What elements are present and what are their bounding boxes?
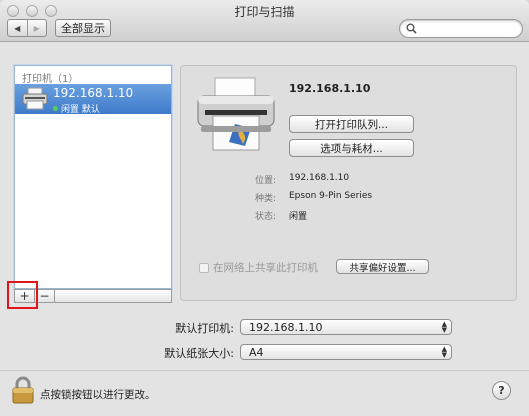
default-printer-value: 192.168.1.10 bbox=[249, 320, 323, 334]
question-mark-icon: ? bbox=[498, 384, 505, 397]
default-paper-select[interactable]: A4 ▲ ▼ bbox=[240, 344, 452, 360]
printer-item-status-text: 闲置 默认 bbox=[61, 105, 100, 115]
print-scan-window: 打印与扫描 ◀ ▶ 全部显示 打印机（1） 192.168.1.10 闲置 默认… bbox=[0, 0, 529, 416]
printer-list-item[interactable]: 192.168.1.10 闲置 默认 bbox=[15, 84, 171, 115]
back-button[interactable]: ◀ bbox=[8, 20, 28, 36]
help-button[interactable]: ? bbox=[492, 381, 511, 400]
select-arrows-icon: ▲ ▼ bbox=[441, 320, 447, 334]
share-printer-option[interactable]: 在网络上共享此打印机 bbox=[199, 260, 318, 275]
options-supplies-button[interactable]: 选项与耗材... bbox=[289, 139, 414, 157]
default-printer-label: 默认打印机: bbox=[175, 322, 234, 335]
location-value: 192.168.1.10 bbox=[289, 173, 350, 183]
remove-printer-button[interactable]: − bbox=[35, 289, 55, 303]
back-arrow-icon: ◀ bbox=[14, 23, 21, 33]
sharing-preferences-button[interactable]: 共享偏好设置... bbox=[336, 259, 429, 274]
printer-item-status: 闲置 默认 bbox=[53, 102, 100, 115]
large-printer-icon bbox=[197, 77, 275, 151]
search-field[interactable] bbox=[399, 19, 523, 38]
default-paper-label: 默认纸张大小: bbox=[164, 347, 234, 360]
show-all-button[interactable]: 全部显示 bbox=[55, 19, 111, 37]
minus-icon: − bbox=[39, 289, 50, 303]
magnifier-icon bbox=[406, 23, 417, 34]
printer-detail-panel: 192.168.1.10 打开打印队列... 选项与耗材... 位置: 192.… bbox=[180, 65, 517, 301]
status-label: 状态: bbox=[255, 212, 277, 222]
printer-list-header: 打印机（1） bbox=[22, 74, 79, 85]
lock-icon[interactable] bbox=[12, 376, 34, 404]
share-printer-checkbox[interactable] bbox=[199, 262, 209, 273]
printer-item-name: 192.168.1.10 bbox=[53, 86, 134, 100]
search-input[interactable] bbox=[420, 21, 518, 36]
printer-name-heading: 192.168.1.10 bbox=[289, 82, 371, 95]
default-paper-value: A4 bbox=[249, 345, 264, 359]
printer-icon bbox=[22, 87, 48, 110]
lock-message: 点按锁按钮以进行更改。 bbox=[40, 389, 156, 401]
titlebar: 打印与扫描 ◀ ▶ 全部显示 bbox=[0, 0, 529, 42]
default-printer-select[interactable]: 192.168.1.10 ▲ ▼ bbox=[240, 319, 452, 335]
nav-group: ◀ ▶ bbox=[7, 19, 47, 37]
kind-value: Epson 9-Pin Series bbox=[289, 191, 373, 201]
select-arrows-icon: ▲ ▼ bbox=[441, 345, 447, 359]
share-printer-label: 在网络上共享此打印机 bbox=[213, 262, 318, 274]
idle-status-dot-icon bbox=[53, 106, 58, 111]
forward-arrow-icon: ▶ bbox=[33, 23, 40, 33]
open-print-queue-button[interactable]: 打开打印队列... bbox=[289, 115, 414, 133]
printer-list: 打印机（1） 192.168.1.10 闲置 默认 bbox=[14, 65, 172, 289]
red-highlight-box bbox=[7, 281, 38, 309]
location-label: 位置: bbox=[255, 176, 277, 186]
status-value: 闲置 bbox=[289, 212, 308, 222]
forward-button[interactable]: ▶ bbox=[28, 20, 47, 36]
footer-divider bbox=[0, 370, 529, 371]
kind-label: 种类: bbox=[255, 194, 277, 204]
window-title: 打印与扫描 bbox=[234, 5, 295, 19]
